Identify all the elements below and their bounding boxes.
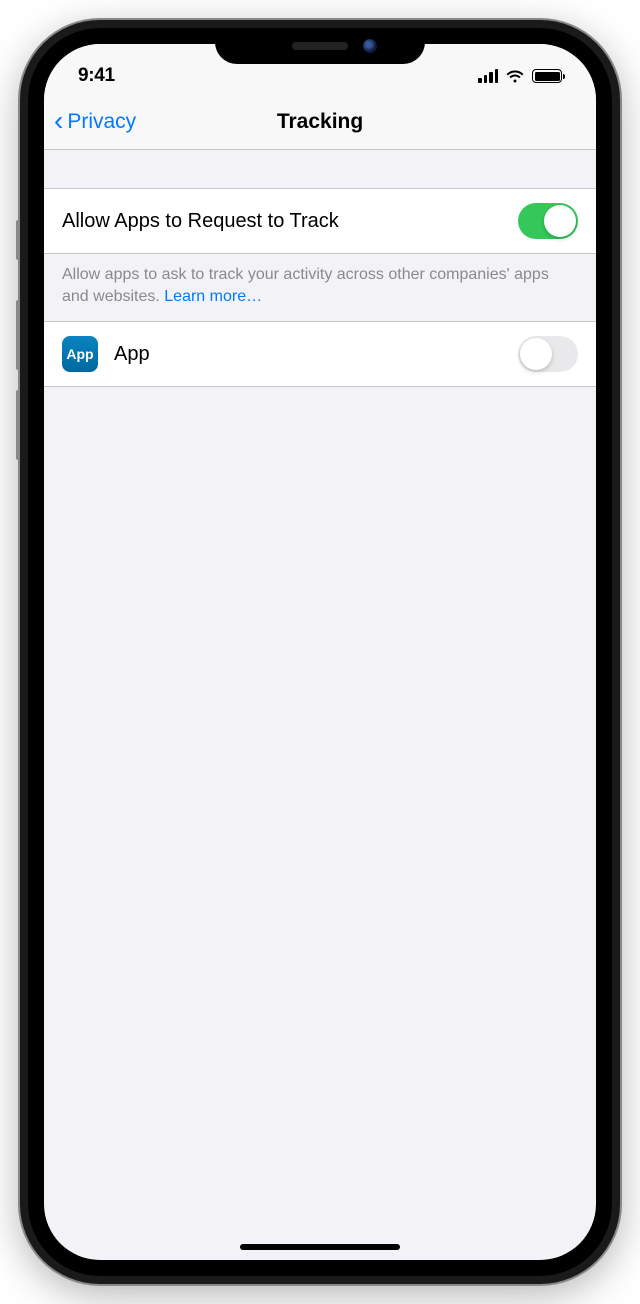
status-time: 9:41 xyxy=(78,65,115,87)
wifi-icon xyxy=(505,69,525,83)
app-tracking-cell: App App xyxy=(44,321,596,387)
battery-icon xyxy=(532,69,562,83)
allow-tracking-label: Allow Apps to Request to Track xyxy=(62,210,339,233)
back-label: Privacy xyxy=(67,110,136,134)
app-icon: App xyxy=(62,336,98,372)
navigation-bar: ‹ Privacy Tracking xyxy=(44,94,596,150)
allow-tracking-toggle[interactable] xyxy=(518,203,578,239)
screen: 9:41 ‹ xyxy=(44,44,596,1260)
learn-more-link[interactable]: Learn more… xyxy=(164,288,262,305)
back-button[interactable]: ‹ Privacy xyxy=(54,107,136,137)
allow-tracking-footer: Allow apps to ask to track your activity… xyxy=(44,254,596,317)
front-camera xyxy=(363,39,377,53)
allow-tracking-cell: Allow Apps to Request to Track xyxy=(44,188,596,254)
page-title: Tracking xyxy=(277,110,363,134)
device-frame: 9:41 ‹ xyxy=(20,20,620,1284)
app-name-label: App xyxy=(114,343,150,366)
home-indicator[interactable] xyxy=(240,1244,400,1250)
content-area: Allow Apps to Request to Track Allow app… xyxy=(44,150,596,387)
app-tracking-toggle[interactable] xyxy=(518,336,578,372)
footer-description: Allow apps to ask to track your activity… xyxy=(62,266,549,305)
notch xyxy=(215,28,425,64)
device-bezel: 9:41 ‹ xyxy=(28,28,612,1276)
chevron-left-icon: ‹ xyxy=(54,105,63,137)
status-icons xyxy=(478,69,562,83)
speaker-grille xyxy=(292,42,348,50)
cellular-signal-icon xyxy=(478,69,498,83)
